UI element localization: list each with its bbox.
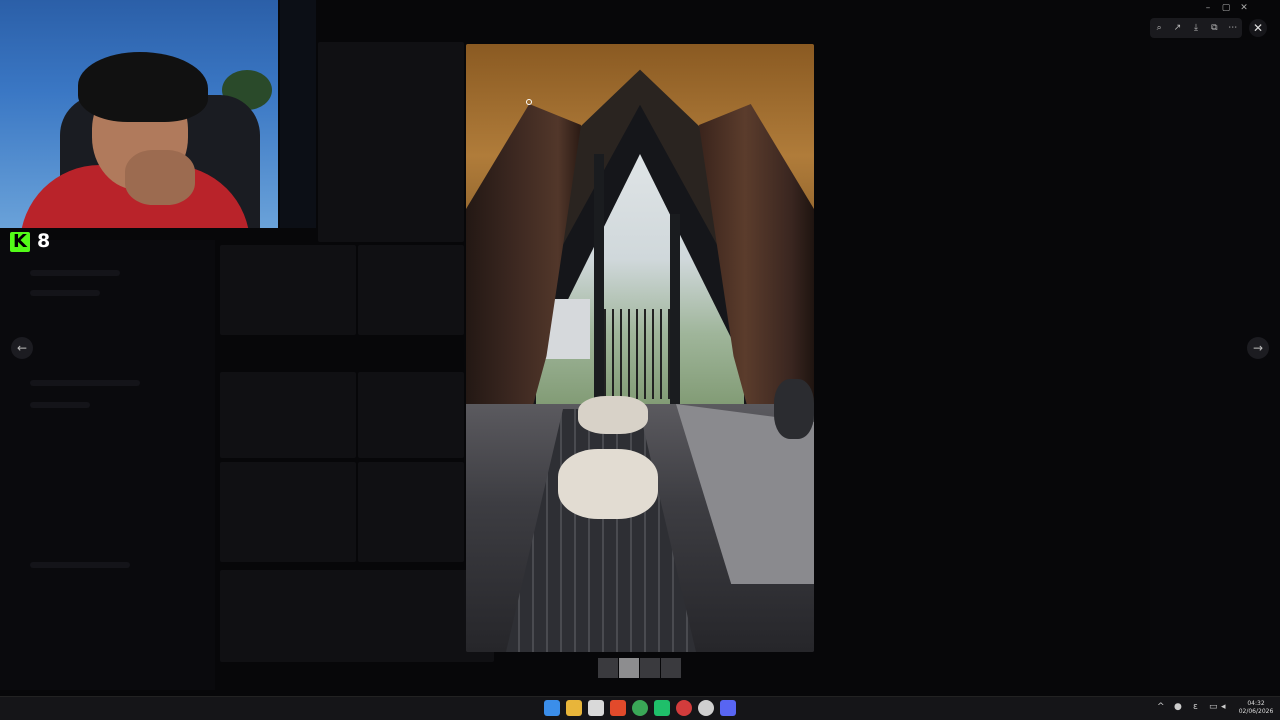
background-channel-item	[30, 290, 100, 296]
language-icon[interactable]: ε	[1193, 702, 1198, 712]
viewer-count: 8	[37, 230, 51, 252]
zoom-icon[interactable]: ⌕	[1152, 21, 1166, 35]
clock-date: 02/06/2026	[1238, 708, 1274, 715]
image-viewer-toolbar: ⌕ ↗ ⤓ ⧉ ⋯	[1150, 18, 1242, 38]
settings-icon[interactable]	[698, 700, 714, 716]
next-image-button[interactable]: →	[1247, 337, 1269, 359]
background-channel-item	[30, 380, 140, 386]
background-image-tile	[358, 462, 464, 562]
photo-pillow	[774, 379, 814, 439]
webcam-overlay	[0, 0, 278, 228]
clock-time: 04:32	[1247, 700, 1265, 707]
background-sidebar	[0, 240, 215, 690]
tray-chevron-icon[interactable]: ^	[1157, 702, 1165, 712]
chrome-icon[interactable]	[632, 700, 648, 716]
kick-logo-icon: K	[10, 232, 30, 252]
background-member-list	[1150, 40, 1280, 690]
download-icon[interactable]: ⤓	[1189, 21, 1203, 35]
windows-taskbar: ^ ● ε ▭ ◂ 04:32 02/06/2026	[0, 696, 1280, 720]
background-channel-item	[30, 402, 90, 408]
brave-browser-icon[interactable]	[610, 700, 626, 716]
maximize-button[interactable]: ▢	[1218, 2, 1234, 14]
webcam-person-hand	[125, 150, 195, 205]
background-image-tile	[358, 372, 464, 458]
more-icon[interactable]: ⋯	[1226, 21, 1240, 35]
thumbnail[interactable]	[598, 658, 618, 678]
network-icon[interactable]: ▭	[1209, 702, 1218, 712]
background-image-tile	[318, 42, 464, 242]
forward-icon[interactable]: ↗	[1171, 21, 1185, 35]
previous-image-button[interactable]: ←	[11, 337, 33, 359]
microphone-icon[interactable]: ●	[1174, 702, 1182, 712]
discord-icon[interactable]	[720, 700, 736, 716]
background-image-tile	[220, 372, 356, 458]
volume-icon[interactable]: ◂	[1221, 702, 1226, 712]
photo-balcony-railing	[604, 309, 670, 399]
photo-towel	[578, 396, 648, 434]
calendar-icon[interactable]	[588, 700, 604, 716]
screen: K 8 – ▢ ✕ ⌕ ↗ ⤓ ⧉ ⋯ ✕ ← → ^ ● ε ▭ ◂ 04:3…	[0, 0, 1280, 720]
photo-towel	[558, 449, 658, 519]
minimize-button[interactable]: –	[1200, 2, 1216, 14]
mouse-cursor	[526, 99, 532, 105]
viewed-photo[interactable]	[466, 44, 814, 652]
background-image-tile	[220, 245, 356, 335]
thumbnail[interactable]	[661, 658, 681, 678]
file-explorer-icon[interactable]	[566, 700, 582, 716]
app-icon-green[interactable]	[654, 700, 670, 716]
background-channel-item	[30, 270, 120, 276]
window-close-button[interactable]: ✕	[1236, 2, 1252, 14]
background-channel-item	[30, 562, 130, 568]
taskbar-clock[interactable]: 04:32 02/06/2026	[1236, 700, 1276, 716]
app-icon-red[interactable]	[676, 700, 692, 716]
background-image-tile	[220, 462, 356, 562]
webcam-side-panel	[280, 0, 316, 228]
thumbnail-strip	[598, 658, 682, 678]
windows-start-icon[interactable]	[544, 700, 560, 716]
close-viewer-button[interactable]: ✕	[1249, 19, 1267, 37]
webcam-person-hair	[78, 52, 208, 122]
kick-viewer-badge: K 8	[10, 230, 70, 254]
open-external-icon[interactable]: ⧉	[1207, 21, 1221, 35]
background-image-tile	[358, 245, 464, 335]
thumbnail[interactable]	[640, 658, 660, 678]
thumbnail-active[interactable]	[619, 658, 639, 678]
background-image-tile	[220, 570, 494, 662]
